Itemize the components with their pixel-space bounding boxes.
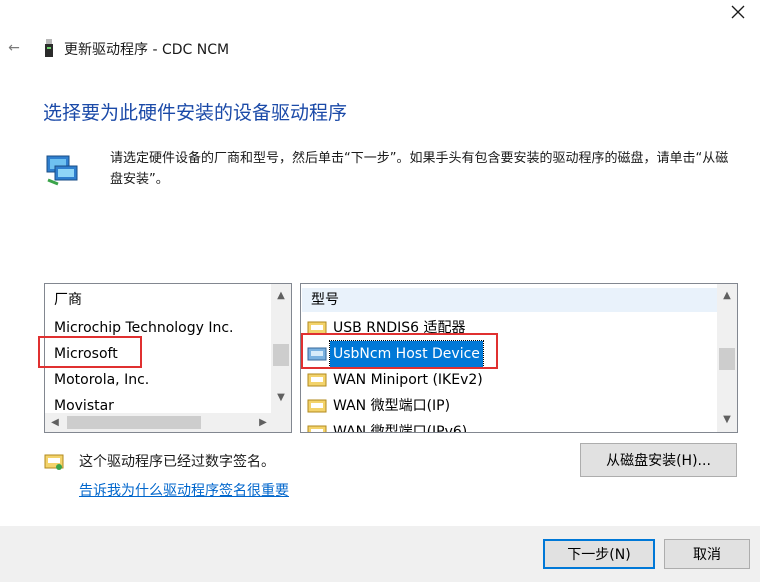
- model-item[interactable]: WAN Miniport (IKEv2): [307, 367, 486, 393]
- network-adapter-icon: [307, 373, 327, 387]
- manufacturer-list-header: 厂商: [54, 292, 82, 308]
- model-vertical-scrollbar[interactable]: ▲ ▼: [717, 284, 737, 432]
- back-arrow-icon: ←: [8, 40, 20, 56]
- model-item[interactable]: WAN 微型端口(IP): [307, 393, 453, 419]
- window-title: 更新驱动程序 - CDC NCM: [44, 38, 229, 60]
- model-item-label: UsbNcm Host Device: [329, 340, 484, 368]
- scroll-right-icon[interactable]: ▶: [253, 413, 273, 431]
- manufacturer-item[interactable]: Motorola, Inc.: [54, 367, 149, 393]
- manufacturer-vertical-scrollbar[interactable]: ▲ ▼: [271, 284, 291, 414]
- page-heading: 选择要为此硬件安装的设备驱动程序: [43, 102, 348, 124]
- model-item-label: WAN 微型端口(IP): [333, 398, 451, 414]
- scroll-left-icon[interactable]: ◀: [45, 413, 65, 431]
- model-list-header: 型号: [302, 288, 717, 312]
- network-adapter-icon: [307, 399, 327, 413]
- instructions-text: 请选定硬件设备的厂商和型号，然后单击“下一步”。如果手头有包含要安装的驱动程序的…: [110, 151, 729, 187]
- manufacturer-list[interactable]: 厂商 Microchip Technology Inc. Microsoft M…: [44, 283, 292, 433]
- model-item-selected[interactable]: UsbNcm Host Device: [307, 340, 484, 368]
- model-item-label: USB RNDIS6 适配器: [333, 320, 466, 336]
- window-title-text: 更新驱动程序 - CDC NCM: [64, 42, 230, 58]
- next-button[interactable]: 下一步(N): [543, 539, 655, 569]
- close-button[interactable]: [716, 0, 760, 24]
- network-adapter-icon: [46, 155, 78, 186]
- manufacturer-item-selected[interactable]: Microsoft: [54, 341, 118, 367]
- network-adapter-icon: [307, 347, 327, 361]
- manufacturer-horizontal-scrollbar[interactable]: ◀ ▶: [45, 413, 273, 432]
- manufacturer-item[interactable]: Microchip Technology Inc.: [54, 315, 234, 341]
- model-item[interactable]: WAN 微型端口(IPv6): [307, 419, 470, 433]
- have-disk-button[interactable]: 从磁盘安装(H)...: [580, 443, 737, 477]
- signing-info-link[interactable]: 告诉我为什么驱动程序签名很重要: [79, 480, 289, 500]
- network-adapter-icon: [307, 425, 327, 432]
- model-item[interactable]: USB RNDIS6 适配器: [307, 315, 469, 341]
- scrollbar-corner: [271, 413, 291, 432]
- scroll-down-icon[interactable]: ▼: [271, 388, 291, 406]
- model-item-label: WAN 微型端口(IPv6): [333, 424, 468, 433]
- back-button[interactable]: ←: [6, 38, 22, 58]
- model-item-label: WAN Miniport (IKEv2): [333, 372, 483, 388]
- signed-driver-icon: [44, 454, 64, 470]
- scroll-thumb[interactable]: [67, 416, 201, 429]
- model-list[interactable]: 型号 USB RNDIS6 适配器 UsbNcm Host Device WAN…: [300, 283, 738, 433]
- scroll-up-icon[interactable]: ▲: [717, 286, 737, 304]
- scroll-thumb[interactable]: [273, 344, 289, 366]
- usb-device-icon: [45, 39, 53, 57]
- close-icon: [731, 5, 745, 19]
- network-adapter-icon: [307, 321, 327, 335]
- scroll-up-icon[interactable]: ▲: [271, 286, 291, 304]
- scroll-down-icon[interactable]: ▼: [717, 410, 737, 428]
- cancel-button[interactable]: 取消: [664, 539, 750, 569]
- scroll-thumb[interactable]: [719, 348, 735, 370]
- signature-status: 这个驱动程序已经过数字签名。: [79, 454, 275, 470]
